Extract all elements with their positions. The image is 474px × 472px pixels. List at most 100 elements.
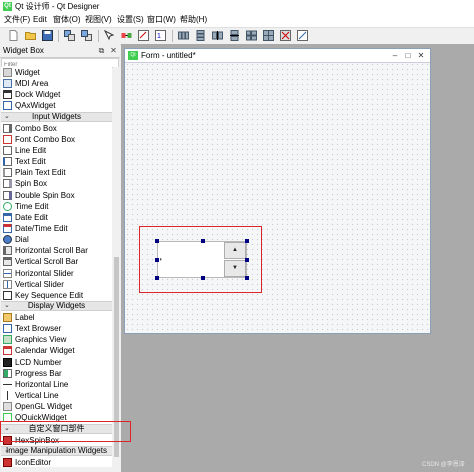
svg-text:1: 1 — [157, 33, 161, 40]
lcd-number-icon — [3, 357, 12, 367]
widget-item-label: Combo Box — [15, 123, 57, 133]
layout-form-icon[interactable] — [246, 30, 257, 41]
widget-item-label: Horizontal Slider — [15, 268, 74, 278]
break-layout-icon[interactable] — [280, 30, 291, 41]
toolbar-separator — [58, 30, 59, 42]
layout-vertical-icon[interactable] — [195, 30, 206, 41]
widget-box-title: Widget Box — [3, 46, 44, 55]
edit-tab-order-icon[interactable]: 1 — [155, 30, 166, 41]
widget-item[interactable]: Horizontal Scroll Bar — [1, 245, 112, 256]
layout-horizontal-splitter-icon[interactable] — [212, 30, 223, 41]
category-header[interactable]: ⌄ Input Widgets — [1, 111, 112, 122]
maximize-icon[interactable]: □ — [402, 50, 414, 61]
widget-list: Widget MDI Area Dock Widget QAxWidget ⌄ Input… — [1, 67, 112, 467]
widget-item[interactable]: Calendar Widget — [1, 345, 112, 356]
widget-item[interactable]: Progress Bar — [1, 368, 112, 379]
app-icon: Qt — [3, 2, 12, 11]
bring-to-front-icon[interactable] — [81, 30, 92, 41]
widget-item[interactable]: Vertical Slider — [1, 279, 112, 290]
send-to-back-icon[interactable] — [64, 30, 75, 41]
widget-item[interactable]: Dock Widget — [1, 89, 112, 100]
widget-item[interactable]: QAxWidget — [1, 100, 112, 111]
time-edit-icon — [3, 201, 12, 211]
menu-window[interactable]: 窗口(W) — [147, 14, 176, 26]
widget-item[interactable]: Horizontal Slider — [1, 268, 112, 279]
menu-form[interactable]: 窗体(O) — [53, 14, 81, 26]
widget-item[interactable]: Label — [1, 312, 112, 323]
watermark: CSDN @李恩泽 — [422, 462, 465, 468]
adjust-size-icon[interactable] — [297, 30, 308, 41]
dial-icon — [3, 235, 12, 245]
widget-item[interactable]: Double Spin Box — [1, 190, 112, 201]
widget-item[interactable]: Date/Time Edit — [1, 223, 112, 234]
menu-file[interactable]: 文件(F) — [4, 14, 30, 26]
layout-vertical-splitter-icon[interactable] — [229, 30, 240, 41]
menu-view[interactable]: 视图(V) — [85, 14, 112, 26]
widget-item[interactable]: Graphics View — [1, 334, 112, 345]
combo-box-icon — [3, 123, 12, 133]
close-icon[interactable]: ✕ — [109, 46, 118, 55]
horizontal-line-icon — [3, 379, 12, 389]
toolbar: 1 — [0, 28, 474, 45]
menu-help[interactable]: 帮助(H) — [180, 14, 207, 26]
widget-item-label: Horizontal Scroll Bar — [15, 246, 88, 256]
date-edit-icon — [3, 212, 12, 222]
widget-list-scrollbar[interactable] — [113, 67, 120, 467]
vertical-line-icon — [3, 391, 12, 401]
widget-item[interactable]: Date Edit — [1, 212, 112, 223]
widget-item[interactable]: LCD Number — [1, 357, 112, 368]
edit-widgets-icon[interactable] — [104, 30, 115, 41]
widget-item-label: IconEditor — [15, 457, 52, 467]
widget-item[interactable]: MDI Area — [1, 78, 112, 89]
widget-item-label: Time Edit — [15, 201, 49, 211]
close-icon[interactable]: ✕ — [415, 50, 427, 61]
layout-horizontal-icon[interactable] — [178, 30, 189, 41]
widget-item[interactable]: Combo Box — [1, 123, 112, 134]
form-title: Form - untitled* — [141, 51, 196, 60]
category-label: Image Manipulation Widgets — [6, 445, 107, 455]
widget-item-label: Widget — [15, 68, 40, 77]
category-header[interactable]: ⌄ Image Manipulation Widgets — [1, 445, 112, 456]
widget-item[interactable]: Plain Text Edit — [1, 167, 112, 178]
widget-item[interactable]: Horizontal Line — [1, 379, 112, 390]
edit-signals-slots-icon[interactable] — [121, 30, 132, 41]
layout-grid-icon[interactable] — [263, 30, 274, 41]
edit-buddies-icon[interactable] — [138, 30, 149, 41]
minimize-icon[interactable]: – — [389, 50, 401, 61]
widget-item-label: Dock Widget — [15, 90, 61, 100]
widget-item[interactable]: Text Edit — [1, 156, 112, 167]
widget-item-label: Text Browser — [15, 324, 62, 334]
open-folder-icon[interactable] — [25, 30, 36, 41]
float-icon[interactable]: ⧉ — [97, 46, 106, 55]
save-icon[interactable] — [42, 30, 53, 41]
widget-item-label: Vertical Scroll Bar — [15, 257, 79, 267]
icon-editor-icon — [3, 457, 12, 467]
menu-edit[interactable]: Edit — [33, 14, 47, 26]
double-spin-box-icon — [3, 190, 12, 200]
widget-item[interactable]: Spin Box — [1, 178, 112, 189]
widget-item[interactable]: Dial — [1, 234, 112, 245]
qaxwidget-icon — [3, 101, 12, 111]
widget-item[interactable]: Font Combo Box — [1, 134, 112, 145]
widget-item-label: Date Edit — [15, 212, 48, 222]
widget-item[interactable]: Vertical Scroll Bar — [1, 256, 112, 267]
new-file-icon[interactable] — [8, 30, 19, 41]
widget-item[interactable]: IconEditor — [1, 457, 112, 467]
menu-settings[interactable]: 设置(S) — [117, 14, 144, 26]
category-label: Input Widgets — [32, 111, 81, 121]
widget-item-label: OpenGL Widget — [15, 402, 73, 412]
category-header[interactable]: ⌄ Display Widgets — [1, 301, 112, 311]
widget-item[interactable]: Widget — [1, 67, 112, 78]
line-edit-icon — [3, 145, 12, 155]
horizontal-scroll-bar-icon — [3, 246, 12, 256]
widget-item[interactable]: Text Browser — [1, 323, 112, 334]
highlight-box-spinbox — [139, 226, 262, 293]
widget-item[interactable]: OpenGL Widget — [1, 401, 112, 412]
widget-item[interactable]: Time Edit — [1, 201, 112, 212]
widget-item-label: Vertical Slider — [15, 279, 64, 289]
widget-item[interactable]: Vertical Line — [1, 390, 112, 401]
widget-item[interactable]: Line Edit — [1, 145, 112, 156]
form-title-bar[interactable]: Qt Form - untitled* – □ ✕ — [125, 49, 430, 63]
window-title: Qt 设计师 - Qt Designer — [15, 2, 100, 11]
widget-item[interactable]: Key Sequence Edit — [1, 290, 112, 301]
